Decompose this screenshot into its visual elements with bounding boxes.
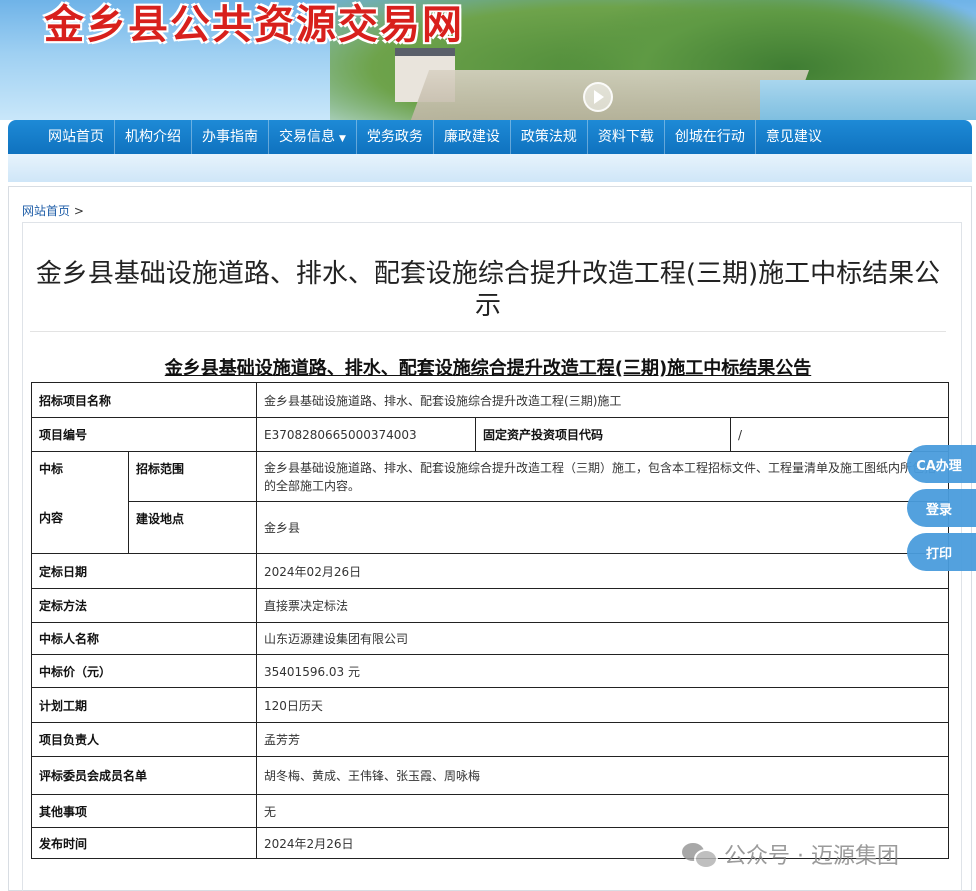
result-table: 招标项目名称 金乡县基础设施道路、排水、配套设施综合提升改造工程(三期)施工 项… [30,382,950,859]
table-row: 中标价（元） 35401596.03 元 [30,654,950,688]
wechat-bubble [694,849,718,869]
breadcrumb-separator: > [73,204,84,218]
table-label: 建设地点 [127,501,258,554]
table-label: 内容 [39,511,64,525]
table-value: 金乡县基础设施道路、排水、配套设施综合提升改造工程（三期）施工，包含本工程招标文… [256,451,950,502]
table-label: 定标方法 [30,588,258,623]
title-divider [30,331,946,332]
table-label: 招标范围 [127,451,258,502]
table-row: 中标人名称 山东迈源建设集团有限公司 [30,622,950,655]
table-value: 金乡县 [256,501,950,554]
sub-nav-bar [8,154,972,182]
banner-lake [760,80,976,120]
table-value: E3708280665000374003 [256,417,477,452]
site-banner: 金乡县公共资源交易网 [0,0,976,120]
table-label: 固定资产投资项目代码 [475,417,732,452]
site-title: 金乡县公共资源交易网 [44,2,464,48]
wechat-icon [682,841,718,869]
login-button[interactable]: 登录 [907,489,976,527]
nav-item-label: 交易信息 [279,129,335,145]
ca-button[interactable]: CA办理 [907,445,976,483]
nav-item-policy[interactable]: 政策法规 [511,120,588,154]
table-label: 定标日期 [30,553,258,589]
table-row: 定标方法 直接票决定标法 [30,588,950,623]
table-label: 计划工期 [30,687,258,723]
nav-item-about[interactable]: 机构介绍 [115,120,192,154]
announcement-title: 金乡县基础设施道路、排水、配套设施综合提升改造工程(三期)施工中标结果公告 [164,358,812,379]
main-nav: 网站首页 机构介绍 办事指南 交易信息 ▼ 党务政务 廉政建设 政策法规 资料下载… [8,120,972,154]
table-row: 招标项目名称 金乡县基础设施道路、排水、配套设施综合提升改造工程(三期)施工 [30,382,950,418]
table-label: 中标 [39,462,64,476]
table-label: 其他事项 [30,794,258,828]
label-spacer [39,477,121,509]
table-label: 项目编号 [30,417,258,452]
table-label: 发布时间 [30,827,258,859]
table-label-group: 中标 内容 [31,451,129,554]
watermark: 公众号 · 迈源集团 [682,838,899,870]
print-button[interactable]: 打印 [907,533,976,571]
watermark-text: 公众号 · 迈源集团 [724,844,899,869]
breadcrumb-home-link[interactable]: 网站首页 [22,204,70,218]
play-icon[interactable] [583,82,613,112]
table-row: 建设地点 金乡县 [32,501,950,554]
table-row: 中标 内容 招标范围 金乡县基础设施道路、排水、配套设施综合提升改造工程（三期）… [31,451,950,554]
page-title: 金乡县基础设施道路、排水、配套设施综合提升改造工程(三期)施工中标结果公示 [35,259,941,321]
nav-item-trade-info[interactable]: 交易信息 ▼ [269,120,357,154]
table-row: 其他事项 无 [30,794,950,828]
nav-item-feedback[interactable]: 意见建议 [756,120,832,154]
caret-down-icon: ▼ [339,134,346,144]
table-value: 山东迈源建设集团有限公司 [256,622,950,655]
nav-item-integrity[interactable]: 廉政建设 [434,120,511,154]
table-row: 定标日期 2024年02月26日 [30,553,950,589]
nav-item-downloads[interactable]: 资料下载 [588,120,665,154]
table-value: 金乡县基础设施道路、排水、配套设施综合提升改造工程(三期)施工 [256,382,950,418]
table-value: 胡冬梅、黄成、王伟锋、张玉霞、周咏梅 [256,756,950,795]
table-label: 中标价（元） [30,654,258,688]
table-value: 120日历天 [256,687,950,723]
nav-item-civic[interactable]: 创城在行动 [665,120,756,154]
table-label: 评标委员会成员名单 [30,756,258,795]
table-row: 评标委员会成员名单 胡冬梅、黄成、王伟锋、张玉霞、周咏梅 [30,756,950,795]
nav-item-guide[interactable]: 办事指南 [192,120,269,154]
table-value: 直接票决定标法 [256,588,950,623]
table-row: 项目编号 E3708280665000374003 固定资产投资项目代码 / [30,417,950,452]
table-label: 中标人名称 [30,622,258,655]
nav-item-home[interactable]: 网站首页 [38,120,115,154]
breadcrumb: 网站首页 > [22,202,84,219]
table-row: 计划工期 120日历天 [30,687,950,723]
table-value: 35401596.03 元 [256,654,950,688]
table-value: 无 [256,794,950,828]
table-value: 2024年02月26日 [256,553,950,589]
table-row: 项目负责人 孟芳芳 [30,722,950,757]
table-value: 孟芳芳 [256,722,950,757]
nav-item-party-affairs[interactable]: 党务政务 [357,120,434,154]
table-label: 招标项目名称 [30,382,258,418]
table-label: 项目负责人 [30,722,258,757]
